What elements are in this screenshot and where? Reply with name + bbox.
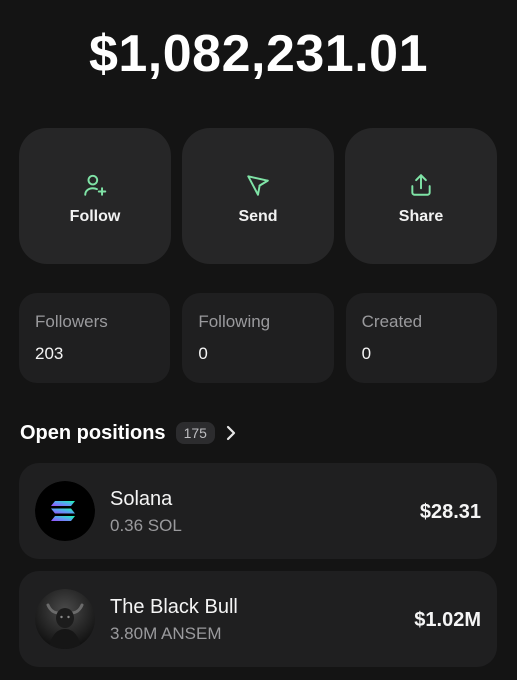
share-label: Share <box>398 208 444 225</box>
open-positions-header[interactable]: Open positions 175 <box>20 418 237 448</box>
solana-logo-icon <box>35 481 95 541</box>
section-title: Open positions <box>20 421 166 444</box>
stat-label: Created <box>361 312 423 331</box>
send-button[interactable]: Send <box>182 128 334 264</box>
stat-value: 203 <box>35 344 64 363</box>
position-name: Solana <box>110 488 173 510</box>
position-value: $28.31 <box>419 501 481 523</box>
follow-label: Follow <box>69 208 121 225</box>
black-bull-avatar-icon <box>35 589 95 649</box>
portfolio-balance: $1,082,231.01 <box>88 25 429 83</box>
position-amount: 3.80M ANSEM <box>110 624 222 643</box>
add-user-icon <box>84 174 107 196</box>
send-icon <box>247 175 269 196</box>
follow-button[interactable]: Follow <box>19 128 171 264</box>
stat-label: Followers <box>35 312 108 331</box>
profile-stats: Followers 203 Following 0 Created 0 <box>19 293 497 383</box>
stat-value: 0 <box>361 344 372 363</box>
stat-label: Following <box>198 312 271 331</box>
stat-following[interactable]: Following 0 <box>182 293 334 383</box>
position-row[interactable]: The Black Bull 3.80M ANSEM $1.02M <box>19 571 497 667</box>
chevron-right-icon <box>226 425 236 441</box>
stat-value: 0 <box>198 344 208 363</box>
stat-created[interactable]: Created 0 <box>345 293 497 383</box>
stat-followers[interactable]: Followers 203 <box>19 293 171 383</box>
position-value: $1.02M <box>414 609 481 631</box>
share-button[interactable]: Share <box>345 128 497 264</box>
position-amount: 0.36 SOL <box>110 516 182 535</box>
action-buttons: Follow Send Share <box>19 128 497 264</box>
send-label: Send <box>238 208 278 225</box>
position-name: The Black Bull <box>110 596 238 618</box>
positions-count-badge: 175 <box>175 422 215 444</box>
position-row[interactable]: Solana 0.36 SOL $28.31 <box>19 463 497 559</box>
share-icon <box>411 174 431 196</box>
